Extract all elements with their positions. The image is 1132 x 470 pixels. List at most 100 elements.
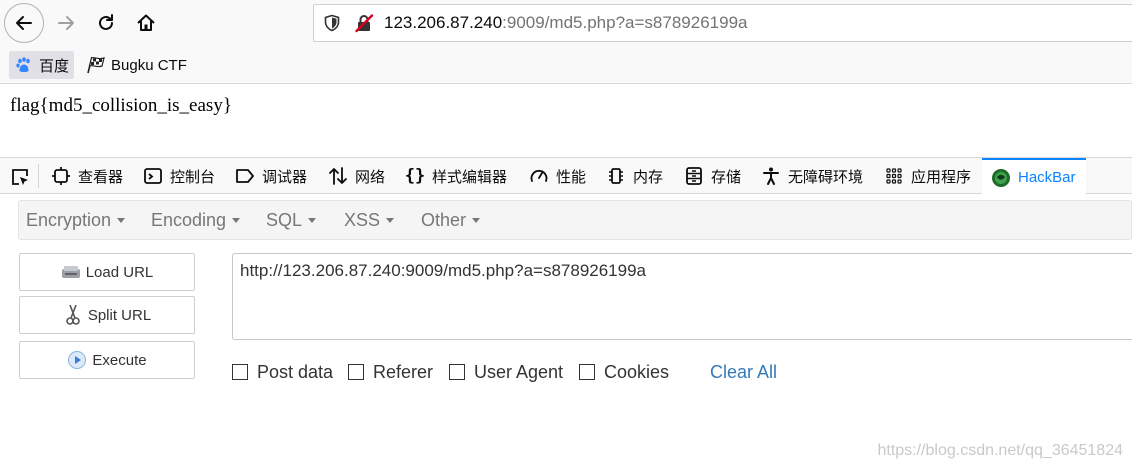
tab-label: 查看器: [78, 168, 124, 186]
checkbox-label: Cookies: [604, 361, 670, 382]
tab-label: 应用程序: [911, 168, 972, 186]
bookmark-label: Bugku CTF: [111, 56, 187, 74]
insecure-lock-icon[interactable]: [352, 11, 376, 35]
hackbar-icon: [990, 167, 1012, 189]
clear-all-link[interactable]: Clear All: [710, 360, 777, 384]
url-text: 123.206.87.240:9009/md5.php?a=s878926199…: [384, 13, 747, 33]
element-picker-icon: [12, 169, 28, 185]
checkbox-user-agent[interactable]: User Agent: [449, 360, 563, 384]
tab-application[interactable]: 应用程序: [883, 158, 971, 194]
tab-network[interactable]: 网络: [327, 158, 385, 194]
devtools-tabbar: 查看器 控制台 调试器 网络 {} 样式编辑器 性能 内存 存储 无障碍环境 应…: [0, 157, 1132, 195]
watermark: https://blog.csdn.net/qq_36451824: [877, 442, 1123, 459]
arrow-left-icon: [16, 16, 32, 30]
reload-button[interactable]: [86, 3, 126, 43]
home-button[interactable]: [126, 3, 166, 43]
caret-down-icon: [232, 217, 241, 223]
back-button[interactable]: [4, 3, 44, 43]
play-icon: [67, 350, 87, 370]
checkbox-label: User Agent: [474, 361, 564, 382]
tab-storage[interactable]: 存储: [683, 158, 741, 194]
bookmark-baidu[interactable]: 百度: [9, 51, 75, 79]
tab-performance[interactable]: 性能: [528, 158, 586, 194]
network-icon: [327, 165, 349, 187]
performance-icon: [528, 165, 550, 187]
tab-console[interactable]: 控制台: [142, 158, 215, 194]
tab-label: 存储: [711, 168, 742, 186]
load-url-button[interactable]: Load URL: [19, 253, 195, 291]
menu-sql[interactable]: SQL: [266, 201, 317, 239]
tab-label: 无障碍环境: [788, 168, 864, 186]
checkbox-post-data[interactable]: Post data: [232, 360, 333, 384]
hackbar-options: Post data Referer User Agent Cookies Cle…: [232, 360, 1132, 384]
bookmarks-toolbar: 百度 Bugku CTF: [0, 46, 1132, 84]
menu-label: Encoding: [151, 209, 227, 230]
tab-label: 调试器: [262, 168, 308, 186]
menu-label: XSS: [344, 209, 381, 230]
menu-label: Other: [421, 209, 467, 230]
execute-button[interactable]: Execute: [19, 341, 195, 379]
checkbox-box[interactable]: [449, 364, 465, 380]
menu-label: Encryption: [26, 209, 112, 230]
tab-separator: [38, 164, 39, 188]
caret-down-icon: [386, 217, 395, 223]
caret-down-icon: [117, 217, 126, 223]
tab-inspector[interactable]: 查看器: [50, 158, 123, 194]
caret-down-icon: [472, 217, 481, 223]
tab-hackbar[interactable]: HackBar: [982, 158, 1086, 195]
split-url-button[interactable]: Split URL: [19, 296, 195, 334]
checkbox-label: Post data: [257, 361, 334, 382]
menu-other[interactable]: Other: [421, 201, 481, 239]
reload-icon: [99, 14, 113, 30]
checkbox-referer[interactable]: Referer: [348, 360, 433, 384]
tab-accessibility[interactable]: 无障碍环境: [760, 158, 863, 194]
tracking-protection-shield-icon[interactable]: [320, 11, 344, 35]
arrow-right-icon: [58, 16, 74, 30]
tab-memory[interactable]: 内存: [605, 158, 663, 194]
baidu-paw-icon: [14, 55, 34, 75]
element-picker-button[interactable]: [7, 166, 33, 188]
console-icon: [142, 165, 164, 187]
tab-style-editor[interactable]: {} 样式编辑器: [404, 158, 507, 194]
tab-label: HackBar: [1018, 169, 1076, 186]
checkbox-box[interactable]: [348, 364, 364, 380]
scissors-icon: [63, 304, 83, 325]
hackbar-menu: Encryption Encoding SQL XSS Other: [18, 200, 1132, 240]
menu-encoding[interactable]: Encoding: [151, 201, 241, 239]
tab-label: 内存: [633, 168, 664, 186]
tab-label: 网络: [355, 168, 386, 186]
accessibility-icon: [760, 165, 782, 187]
forward-button[interactable]: [46, 3, 86, 43]
hackbar-url-textarea[interactable]: http://123.206.87.240:9009/md5.php?a=s87…: [232, 253, 1132, 340]
checkered-flag-icon: [86, 55, 106, 75]
bookmark-bugku-ctf[interactable]: Bugku CTF: [81, 51, 192, 79]
button-label: Execute: [92, 351, 147, 369]
load-url-icon: [61, 262, 81, 282]
menu-encryption[interactable]: Encryption: [26, 201, 126, 239]
devtools-panel: 查看器 控制台 调试器 网络 {} 样式编辑器 性能 内存 存储 无障碍环境 应…: [0, 157, 1132, 470]
page-flag-text: flag{md5_collision_is_easy}: [10, 95, 232, 116]
checkbox-box[interactable]: [579, 364, 595, 380]
caret-down-icon: [308, 217, 317, 223]
storage-icon: [683, 165, 705, 187]
tab-label: 样式编辑器: [432, 168, 508, 186]
menu-xss[interactable]: XSS: [344, 201, 395, 239]
browser-navbar: 123.206.87.240:9009/md5.php?a=s878926199…: [0, 0, 1132, 46]
bookmark-label: 百度: [39, 57, 70, 75]
url-bar[interactable]: 123.206.87.240:9009/md5.php?a=s878926199…: [313, 4, 1132, 42]
tab-debugger[interactable]: 调试器: [234, 158, 307, 194]
inspector-icon: [50, 165, 72, 187]
checkbox-box[interactable]: [232, 364, 248, 380]
button-label: Load URL: [85, 263, 154, 281]
menu-label: SQL: [266, 209, 303, 230]
home-icon: [137, 14, 155, 31]
memory-icon: [605, 165, 627, 187]
application-icon: [883, 165, 905, 187]
checkbox-label: Referer: [373, 361, 434, 382]
debugger-icon: [234, 165, 256, 187]
style-editor-icon: {}: [404, 166, 426, 186]
tab-label: 控制台: [170, 168, 216, 186]
tab-label: 性能: [556, 168, 587, 186]
button-label: Split URL: [87, 306, 152, 324]
checkbox-cookies[interactable]: Cookies: [579, 360, 669, 384]
